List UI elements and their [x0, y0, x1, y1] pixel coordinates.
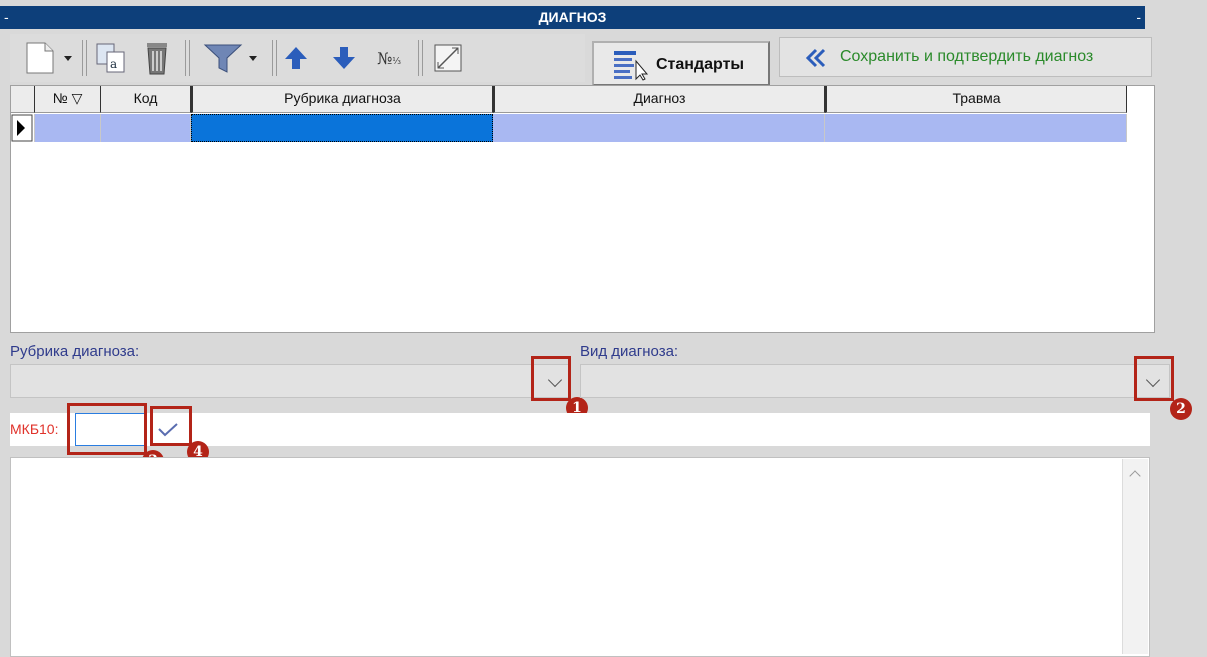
column-header-trauma[interactable]: Травма [825, 86, 1127, 113]
cell-code[interactable] [101, 114, 191, 142]
window-title: ДИАГНОЗ [538, 9, 607, 25]
vertical-scrollbar[interactable] [1122, 459, 1148, 654]
copy-icon: a [96, 43, 125, 73]
chevron-down-icon[interactable] [63, 55, 72, 61]
highlight-box-mkb-input [67, 403, 147, 455]
standards-label: Стандарты [656, 56, 745, 73]
save-confirm-label: Сохранить и подтвердить диагноз [840, 48, 1094, 65]
toolbar: a №⅓ [10, 34, 585, 82]
cell-trauma[interactable] [825, 114, 1127, 142]
diagnosis-text-area[interactable] [10, 457, 1150, 657]
annotation-badge-2: 2 [1170, 398, 1192, 420]
double-chevron-left-icon [805, 48, 826, 68]
mkb-label: МКБ10: [10, 421, 59, 437]
kind-label: Вид диагноза: [580, 343, 679, 360]
rubric-select[interactable] [10, 364, 570, 398]
standards-button[interactable]: Стандарты [592, 41, 770, 86]
filter-icon [203, 44, 243, 73]
cell-rubric-selected[interactable] [191, 114, 493, 142]
move-up-button[interactable] [280, 40, 312, 76]
arrow-up-icon [285, 47, 307, 69]
column-header-code[interactable]: Код [101, 86, 191, 113]
kind-select[interactable] [580, 364, 1170, 398]
new-document-icon [26, 42, 53, 74]
resize-columns-button[interactable] [428, 40, 468, 76]
column-header-rubric[interactable]: Рубрика диагноза [191, 86, 493, 113]
delete-button[interactable] [138, 40, 176, 76]
column-header-diagnosis[interactable]: Диагноз [493, 86, 825, 113]
cell-diagnosis[interactable] [493, 114, 825, 142]
cell-num[interactable] [35, 114, 101, 142]
scroll-up-icon[interactable] [1129, 470, 1141, 482]
column-header-num[interactable]: № ▽ [35, 86, 101, 113]
list-cursor-icon [614, 51, 649, 81]
row-pointer-icon [11, 114, 33, 142]
highlight-box-kind-dropdown [1134, 356, 1174, 401]
move-down-button[interactable] [328, 40, 360, 76]
row-indicator-header [11, 86, 35, 113]
resize-icon [434, 44, 462, 72]
arrow-down-icon [333, 47, 355, 69]
title-right-mark: - [1136, 9, 1141, 25]
filter-button[interactable] [196, 40, 264, 76]
trash-icon [147, 43, 167, 75]
numbering-icon: №⅓ [377, 48, 401, 68]
chevron-down-icon[interactable] [249, 55, 257, 61]
save-confirm-button[interactable]: Сохранить и подтвердить диагноз [779, 37, 1152, 77]
numbering-button[interactable]: №⅓ [372, 40, 406, 76]
highlight-box-mkb-confirm [150, 406, 192, 446]
copy-button[interactable]: a [92, 40, 130, 76]
diagnosis-grid: № ▽ Код Рубрика диагноза Диагноз Травма [10, 85, 1155, 333]
svg-text:a: a [110, 57, 117, 71]
row-indicator [11, 114, 35, 142]
highlight-box-rubric-dropdown [531, 356, 571, 401]
window-title-bar: - ДИАГНОЗ - [0, 6, 1145, 29]
rubric-label: Рубрика диагноза: [10, 343, 140, 360]
new-record-button[interactable] [20, 40, 75, 76]
